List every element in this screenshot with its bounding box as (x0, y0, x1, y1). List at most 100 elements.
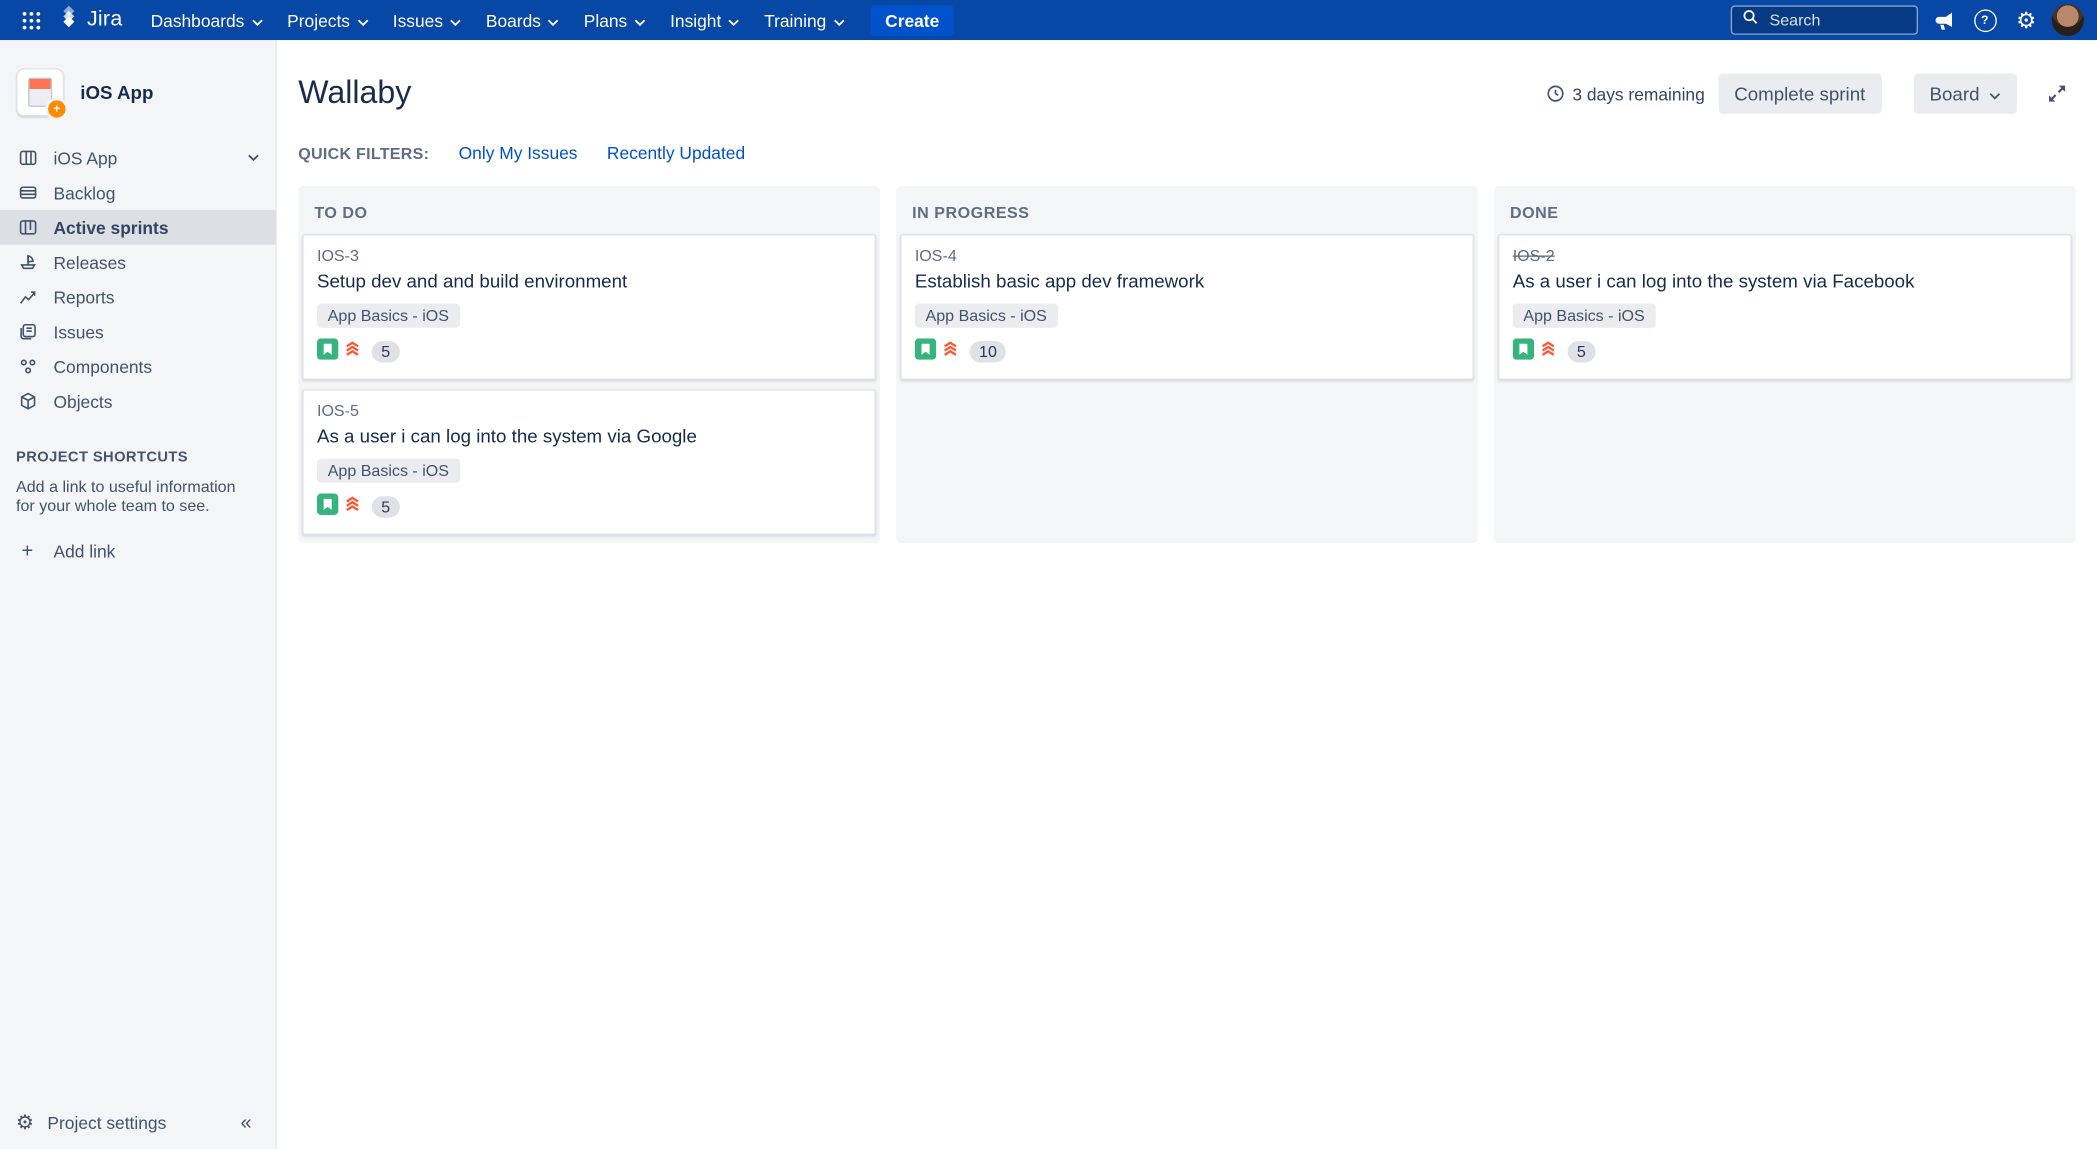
board-icon (16, 146, 39, 169)
nav-issues[interactable]: Issues (381, 0, 474, 40)
issue-key: IOS-3 (316, 246, 359, 265)
estimate-badge: 5 (371, 341, 400, 364)
issue-card[interactable]: IOS-3 Setup dev and and build environmen… (302, 234, 877, 380)
app-switcher-icon[interactable] (13, 3, 48, 38)
nav-boards[interactable]: Boards (474, 0, 572, 40)
chevron-down-icon (634, 10, 646, 30)
story-type-icon (316, 492, 339, 521)
chevron-down-icon (357, 10, 369, 30)
settings-gear-icon[interactable]: ⚙ (2010, 4, 2042, 36)
issue-summary: As a user i can log into the system via … (1512, 270, 1915, 292)
nav-dashboards[interactable]: Dashboards (139, 0, 276, 40)
nav-training[interactable]: Training (752, 0, 857, 40)
help-icon[interactable]: ? (1969, 4, 2001, 36)
issue-card[interactable]: IOS-4 Establish basic app dev framework … (900, 234, 1474, 380)
estimate-badge: 10 (969, 341, 1007, 364)
board-columns: TO DO IOS-3 Setup dev and and build envi… (298, 185, 2076, 543)
sidebar-item-issues[interactable]: Issues (0, 314, 276, 349)
quick-filters-label: QUICK FILTERS: (298, 143, 430, 163)
filter-recently-updated[interactable]: Recently Updated (607, 143, 745, 163)
sidebar-item-reports[interactable]: Reports (0, 280, 276, 315)
sidebar-item-objects[interactable]: Objects (0, 384, 276, 419)
nav-plans[interactable]: Plans (572, 0, 658, 40)
jira-logo[interactable]: Jira (54, 4, 134, 36)
sprints-board-icon (16, 216, 39, 239)
column-in-progress: IN PROGRESS IOS-4 Establish basic app de… (896, 185, 1478, 543)
issue-summary: As a user i can log into the system via … (316, 425, 697, 447)
search-input[interactable] (1766, 9, 1908, 31)
chart-icon (16, 286, 39, 309)
ship-icon (16, 251, 39, 274)
create-button[interactable]: Create (870, 4, 954, 36)
project-avatar: + (16, 68, 69, 121)
project-settings-button[interactable]: Project settings (47, 1112, 166, 1132)
sidebar-item-active-sprints[interactable]: Active sprints (0, 209, 276, 245)
navbar-right: ? ⚙ (1730, 4, 2084, 37)
board-view-dropdown[interactable]: Board (1913, 73, 2017, 114)
column-header: TO DO (314, 203, 368, 223)
epic-label[interactable]: App Basics - iOS (1512, 303, 1656, 328)
nav-insight[interactable]: Insight (658, 0, 752, 40)
sidebar-footer: ⚙ Project settings « (0, 1095, 276, 1149)
issue-card[interactable]: IOS-2 As a user i can log into the syste… (1498, 234, 2072, 380)
sidebar-item-backlog[interactable]: Backlog (0, 175, 276, 210)
board-main: Wallaby 3 days remaining Complete sprint… (276, 40, 2097, 1149)
plus-icon: + (21, 540, 34, 563)
search-icon (1741, 8, 1758, 32)
column-header: DONE (1510, 203, 1559, 223)
priority-highest-icon (1538, 339, 1558, 366)
story-type-icon (1512, 338, 1535, 366)
jira-logo-icon (56, 4, 81, 36)
epic-label[interactable]: App Basics - iOS (316, 458, 460, 483)
story-type-icon (914, 338, 937, 366)
issues-icon (16, 320, 39, 343)
project-avatar-badge: + (45, 97, 69, 121)
priority-highest-icon (940, 339, 960, 366)
column-header: IN PROGRESS (912, 203, 1030, 223)
sidebar-item-ios-app[interactable]: iOS App (0, 140, 276, 175)
nav-projects[interactable]: Projects (275, 0, 381, 40)
epic-label[interactable]: App Basics - iOS (914, 303, 1058, 328)
chevron-down-icon (450, 10, 462, 30)
issue-card[interactable]: IOS-5 As a user i can log into the syste… (302, 388, 877, 535)
components-icon (16, 355, 39, 378)
estimate-badge: 5 (371, 496, 400, 518)
chevron-down-icon (247, 154, 259, 162)
sidebar-item-components[interactable]: Components (0, 349, 276, 384)
chevron-down-icon (728, 10, 740, 30)
complete-sprint-button[interactable]: Complete sprint (1718, 73, 1882, 114)
board-header: Wallaby 3 days remaining Complete sprint… (298, 73, 2076, 114)
project-shortcuts-description: Add a link to useful information for you… (16, 477, 236, 516)
epic-label[interactable]: App Basics - iOS (316, 303, 460, 328)
chevron-down-icon (251, 10, 263, 30)
issue-key: IOS-2 (1512, 246, 1555, 265)
priority-highest-icon (342, 339, 362, 366)
feedback-megaphone-icon[interactable] (1927, 4, 1959, 36)
column-to-do: TO DO IOS-3 Setup dev and and build envi… (298, 185, 881, 543)
filter-only-my-issues[interactable]: Only My Issues (459, 143, 578, 163)
project-header: + iOS App (0, 40, 276, 140)
navbar-search[interactable] (1730, 5, 1918, 35)
add-link-button[interactable]: + Add link (0, 534, 276, 569)
fullscreen-expand-icon[interactable] (2038, 75, 2075, 112)
project-sidebar: + iOS App iOS App Backlog Active sprints… (0, 40, 277, 1149)
jira-logo-text: Jira (86, 8, 123, 31)
issue-summary: Establish basic app dev framework (914, 270, 1205, 292)
sidebar-item-releases[interactable]: Releases (0, 245, 276, 280)
cube-icon (16, 390, 39, 413)
time-remaining: 3 days remaining (1546, 84, 1705, 104)
top-navbar: Jira Dashboards Projects Issues Boards P… (0, 0, 2097, 41)
issue-summary: Setup dev and and build environment (316, 270, 628, 292)
collapse-sidebar-icon[interactable]: « (233, 1109, 260, 1136)
priority-highest-icon (342, 494, 362, 521)
jira-board-page: Jira Dashboards Projects Issues Boards P… (0, 0, 2097, 1149)
story-type-icon (316, 338, 339, 366)
sprint-title: Wallaby (298, 74, 412, 112)
issue-key: IOS-4 (914, 246, 957, 265)
estimate-badge: 5 (1567, 341, 1596, 364)
user-avatar[interactable] (2051, 4, 2084, 37)
project-shortcuts-heading: PROJECT SHORTCUTS (16, 449, 189, 466)
backlog-icon (16, 181, 39, 204)
project-name: iOS App (80, 81, 154, 103)
chevron-down-icon (548, 10, 560, 30)
